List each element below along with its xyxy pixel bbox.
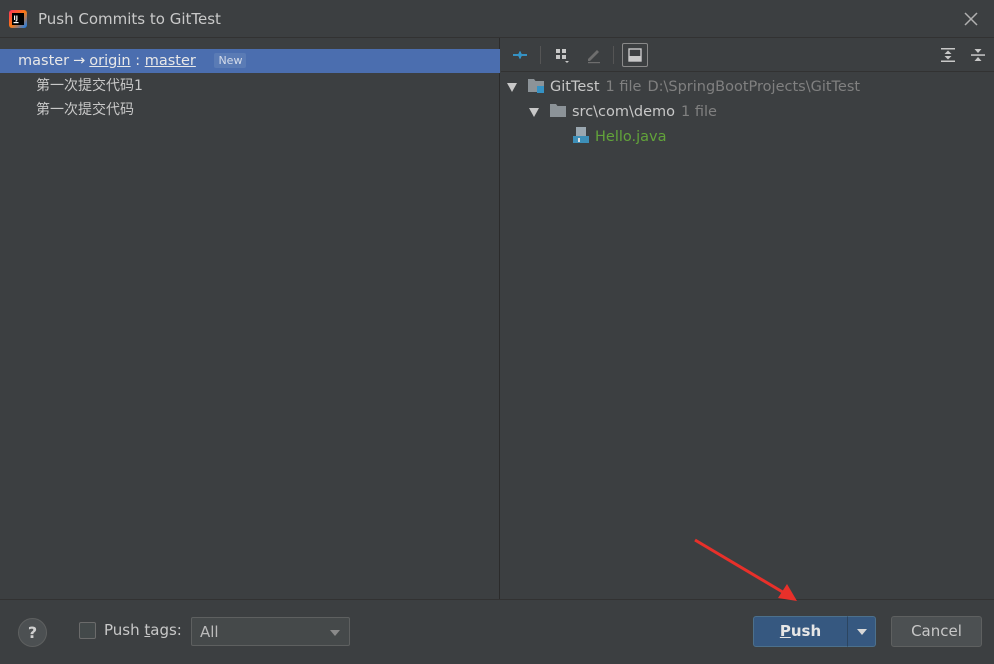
help-button[interactable]: ?: [18, 618, 47, 647]
root-name: GitTest: [550, 79, 600, 95]
tree-folder[interactable]: src\com\demo 1 file: [529, 100, 717, 124]
folder-name: src\com\demo: [572, 104, 676, 120]
module-folder-icon: [528, 79, 544, 93]
expand-all-button[interactable]: [937, 44, 959, 66]
remote-link[interactable]: origin: [89, 53, 130, 69]
commit-item[interactable]: 第一次提交代码1: [36, 75, 143, 95]
pencil-icon: [588, 50, 600, 64]
dialog-footer: ? Push tags: All Push Cancel: [0, 599, 994, 664]
branch-row[interactable]: master → origin : master New: [0, 49, 500, 73]
folder-icon: [550, 104, 566, 117]
show-diff-button[interactable]: [509, 44, 531, 66]
expand-triangle-icon[interactable]: [507, 82, 517, 92]
commits-panel: master → origin : master New 第一次提交代码1 第一次提…: [0, 38, 500, 599]
remote-branch-link[interactable]: master: [145, 53, 196, 69]
tree-file[interactable]: Hello.java: [572, 125, 667, 149]
changes-toolbar: [501, 38, 994, 72]
edit-source-button[interactable]: [583, 44, 605, 66]
preview-panel-icon: [628, 48, 642, 62]
new-badge: New: [214, 53, 247, 68]
changes-panel: GitTest 1 file D:\SpringBootProjects\GitTe…: [501, 38, 994, 599]
commit-item[interactable]: 第一次提交代码: [36, 99, 134, 119]
cancel-button[interactable]: Cancel: [891, 616, 982, 647]
preview-toggle-button[interactable]: [622, 43, 648, 67]
group-by-icon: [556, 49, 569, 63]
push-label-rest: ush: [790, 622, 822, 640]
window-title: Push Commits to GitTest: [38, 10, 221, 28]
file-name: Hello.java: [595, 129, 667, 145]
folder-count: 1 file: [681, 104, 717, 120]
intellij-icon: IJ: [9, 10, 27, 28]
root-path: D:\SpringBootProjects\GitTest: [647, 79, 861, 95]
expand-triangle-icon[interactable]: [529, 107, 539, 117]
branch-separator: :: [130, 53, 145, 69]
root-count: 1 file: [605, 79, 642, 95]
java-class-icon: [573, 127, 589, 143]
svg-text:IJ: IJ: [14, 15, 18, 22]
chevron-down-icon: [857, 629, 867, 635]
branch-arrow: →: [73, 53, 86, 69]
group-by-button[interactable]: [551, 44, 573, 66]
tags-select-value: All: [200, 623, 219, 641]
local-branch: master: [18, 53, 70, 69]
push-tags-label-post: ags:: [150, 621, 182, 639]
diff-arrows-icon: [513, 51, 527, 59]
title-bar: IJ Push Commits to GitTest: [0, 0, 994, 38]
tags-select[interactable]: All: [191, 617, 350, 646]
collapse-all-icon: [971, 49, 985, 61]
push-tags-label: Push tags:: [104, 621, 182, 639]
expand-all-icon: [941, 48, 955, 62]
push-label-mnemonic: P: [779, 622, 791, 640]
collapse-all-button[interactable]: [967, 44, 989, 66]
push-tags-checkbox[interactable]: [79, 622, 96, 639]
tree-root[interactable]: GitTest 1 file D:\SpringBootProjects\GitTe…: [507, 75, 860, 99]
close-icon[interactable]: [962, 10, 980, 28]
push-tags-label-pre: Push: [104, 621, 145, 639]
push-options-dropdown[interactable]: [847, 616, 876, 647]
chevron-down-icon: [330, 630, 340, 636]
push-button[interactable]: Push: [753, 616, 848, 647]
